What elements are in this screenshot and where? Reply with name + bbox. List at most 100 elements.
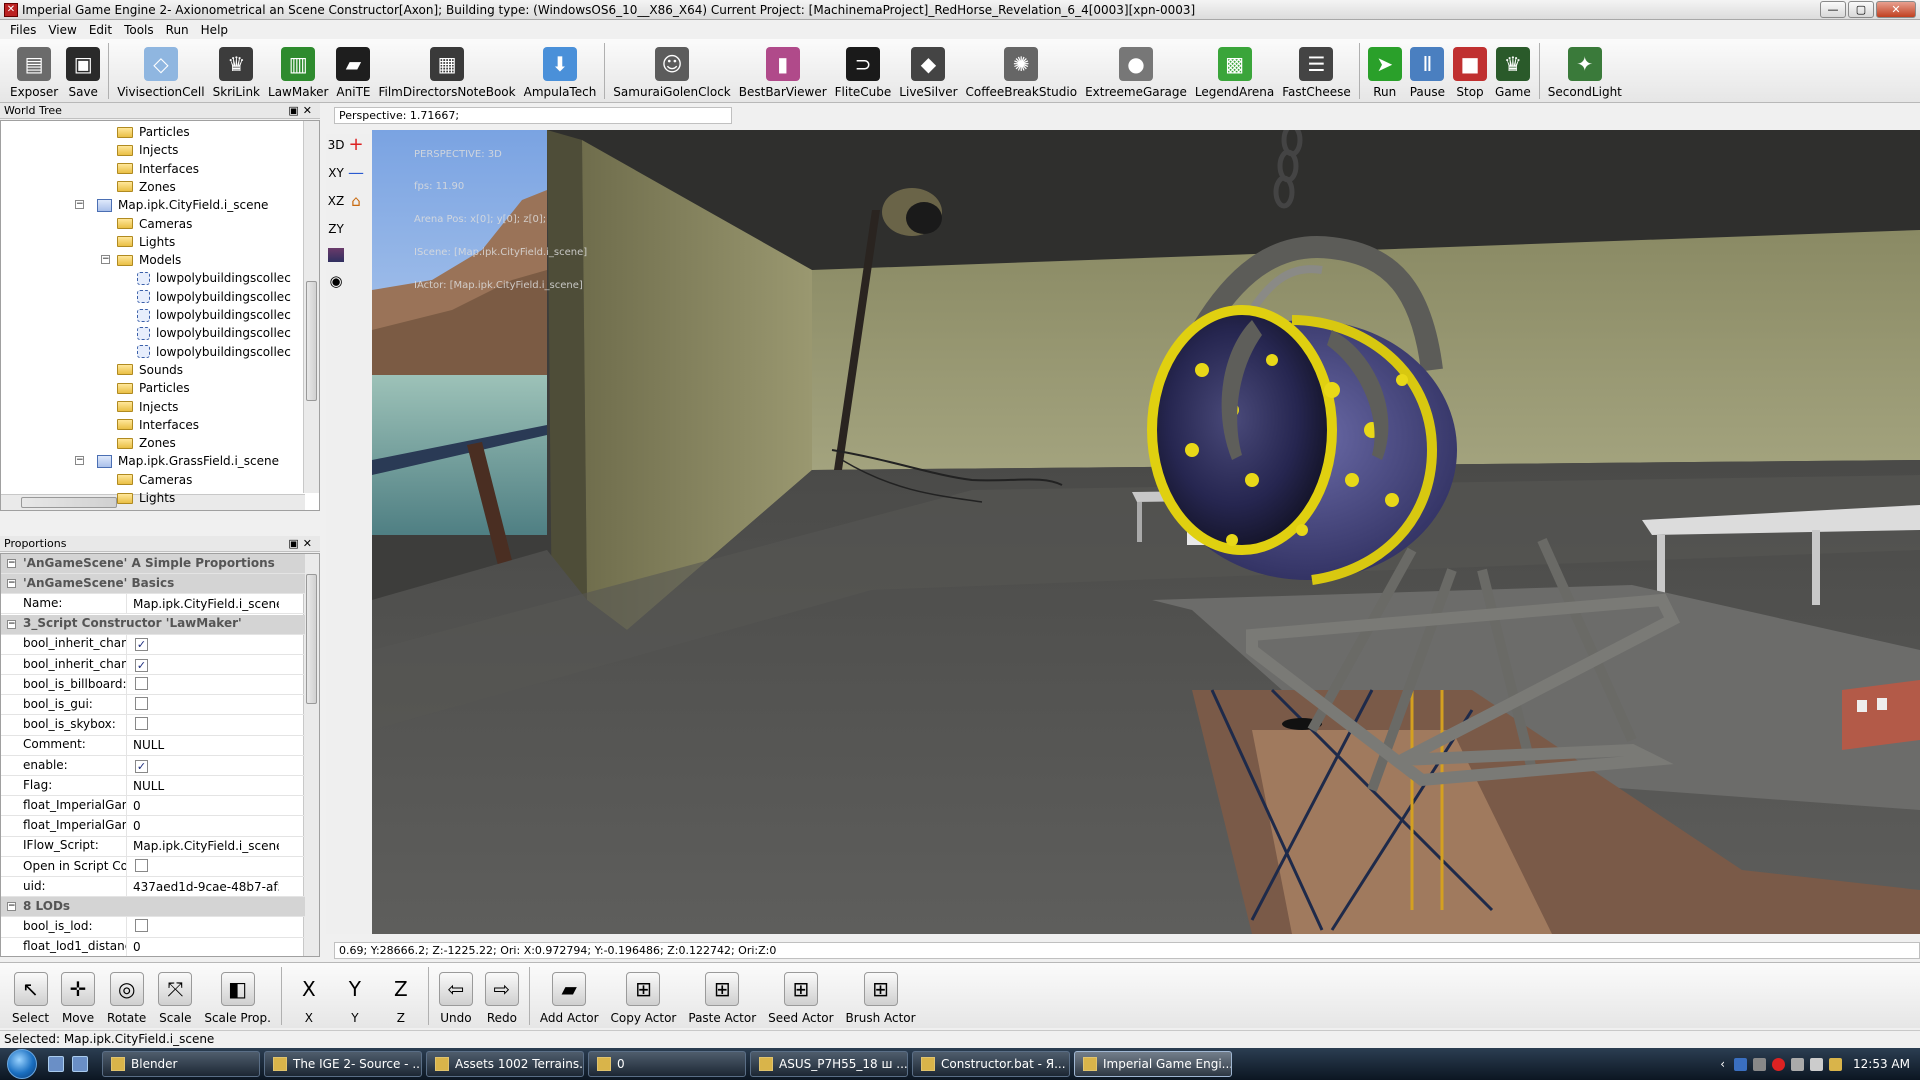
y-button[interactable]: YY	[332, 964, 378, 1028]
tree-item[interactable]: Lights	[117, 233, 175, 251]
collapse-toggle-icon[interactable]: −	[7, 619, 16, 629]
property-row[interactable]: Comment: NULL	[1, 735, 305, 756]
tray-network-icon[interactable]	[1734, 1057, 1748, 1071]
menu-edit[interactable]: Edit	[83, 23, 118, 37]
menu-help[interactable]: Help	[195, 23, 234, 37]
property-value[interactable]: 0	[127, 799, 279, 813]
toolbar-button-coffeebreakstudio[interactable]: ✺ CoffeeBreakStudio	[962, 40, 1082, 102]
maximize-button[interactable]: ▢	[1848, 1, 1874, 18]
property-row[interactable]: float_ImperialGameEngi0	[1, 816, 305, 837]
property-row[interactable]: Name: Map.ipk.CityField.i_scene	[1, 593, 305, 615]
toolbar-button-vivisectioncell[interactable]: ◇ VivisectionCell	[113, 40, 208, 102]
tree-item[interactable]: − Models	[101, 251, 181, 269]
property-checkbox[interactable]: ✓	[135, 658, 148, 672]
property-value[interactable]: NULL	[127, 779, 279, 793]
property-category[interactable]: − 'AnGameScene' A Simple Proportions	[1, 554, 305, 574]
panel-dock-close-icon[interactable]: ▣✕	[288, 103, 316, 118]
taskbar-item[interactable]: The IGE 2- Source - ...	[264, 1051, 422, 1077]
app-icon[interactable]: ✕	[4, 2, 18, 17]
tree-vertical-scrollbar[interactable]	[303, 121, 319, 493]
tray-expand-icon[interactable]: ‹	[1720, 1057, 1725, 1071]
tree-item[interactable]: Particles	[117, 379, 190, 397]
tree-item[interactable]: Cameras	[117, 471, 192, 489]
show-desktop-icon[interactable]	[48, 1056, 64, 1072]
view-zy-button[interactable]: ZY	[326, 218, 346, 240]
tree-item[interactable]: lowpolybuildingscollec	[137, 269, 291, 287]
tree-item[interactable]: lowpolybuildingscollec	[137, 343, 291, 361]
taskbar-item[interactable]: Blender	[102, 1051, 260, 1077]
collapse-toggle-icon[interactable]: −	[7, 559, 16, 568]
toolbar-button-filmdirectorsnotebook[interactable]: ▦ FilmDirectorsNoteBook	[374, 40, 519, 102]
property-value[interactable]: 0	[127, 940, 279, 954]
scale-prop-button[interactable]: ◧ Scale Prop.	[198, 964, 277, 1028]
x-button[interactable]: XX	[286, 964, 332, 1028]
property-category[interactable]: −3_Script Constructor 'LawMaker'	[1, 614, 305, 635]
property-value[interactable]: Map.ipk.CityField.i_scene	[127, 597, 279, 611]
expand-toggle-icon[interactable]: −	[75, 200, 84, 210]
view-xz-button[interactable]: XZ	[326, 190, 346, 212]
switch-windows-icon[interactable]	[72, 1056, 88, 1072]
menu-run[interactable]: Run	[160, 23, 195, 37]
property-row[interactable]: bool_is_lod:	[1, 917, 305, 938]
props-vertical-scrollbar[interactable]	[303, 554, 319, 956]
property-checkbox[interactable]	[135, 717, 148, 731]
scene-render[interactable]	[372, 130, 1920, 934]
z-button[interactable]: ZZ	[378, 964, 424, 1028]
taskbar-item[interactable]: ASUS_P7H55_18 ш ...	[750, 1051, 908, 1077]
property-value[interactable]: 437aed1d-9cae-48b7-af54-d	[127, 880, 279, 894]
tree-item[interactable]: Interfaces	[117, 160, 199, 178]
toolbar-button-bestbarviewer[interactable]: ▮ BestBarViewer	[735, 40, 831, 102]
tray-display-icon[interactable]	[1791, 1057, 1805, 1071]
toolbar-button-ampulatech[interactable]: ⬇ AmpulaTech	[520, 40, 601, 102]
start-button[interactable]	[0, 1048, 44, 1080]
tray-app-icon[interactable]	[1753, 1057, 1767, 1071]
toolbar-button-livesilver[interactable]: ◆ LiveSilver	[895, 40, 961, 102]
tray-alert-icon[interactable]	[1772, 1057, 1786, 1071]
redo-button[interactable]: ⇨ Redo	[479, 964, 525, 1028]
property-category[interactable]: − 'AnGameScene' Basics	[1, 574, 305, 595]
tree-item[interactable]: Injects	[117, 141, 178, 159]
world-tree[interactable]: Particles Injects Interfaces Zones − Map.ipk.…	[0, 120, 320, 511]
props-scroll-thumb[interactable]	[306, 574, 317, 704]
color-swatch-icon[interactable]	[328, 248, 344, 262]
add-cross-icon[interactable]: +	[346, 134, 366, 156]
property-row[interactable]: IFlow_Script:Map.ipk.CityField.i_scene.i…	[1, 836, 305, 857]
move-button[interactable]: ✛ Move	[55, 964, 101, 1028]
toolbar-button-run[interactable]: ➤ Run	[1364, 40, 1406, 102]
tree-item[interactable]: Zones	[117, 178, 176, 196]
toolbar-button-extreemegarage[interactable]: ● ExtreemeGarage	[1081, 40, 1191, 102]
tree-item[interactable]: Interfaces	[117, 416, 199, 434]
property-checkbox[interactable]	[135, 696, 148, 710]
scale-button[interactable]: ⤧ Scale	[152, 964, 198, 1028]
tree-item[interactable]: Models	[117, 507, 181, 510]
tree-item[interactable]: Particles	[117, 123, 190, 141]
toolbar-button-save[interactable]: ▣ Save	[62, 40, 104, 102]
property-row[interactable]: bool_inherit_changes2: ✓	[1, 634, 305, 655]
property-value[interactable]: Map.ipk.CityField.i_scene.i_f	[127, 839, 279, 853]
property-row[interactable]: uid:437aed1d-9cae-48b7-af54-d	[1, 876, 305, 898]
select-button[interactable]: ↖ Select	[6, 964, 55, 1028]
property-checkbox[interactable]	[135, 858, 148, 872]
properties-grid[interactable]: − 'AnGameScene' A Simple Proportions − 'AnG…	[0, 553, 320, 957]
property-row[interactable]: Flag: NULL	[1, 775, 305, 797]
tree-item[interactable]: Lights	[117, 489, 175, 507]
tree-item[interactable]: − Map.ipk.GrassField.i_scene	[75, 452, 279, 470]
eye-icon[interactable]: ◉	[326, 270, 346, 292]
tray-clock[interactable]: 12:53 AM	[1853, 1057, 1910, 1071]
property-value[interactable]: 0	[127, 819, 279, 833]
property-checkbox[interactable]: ✓	[135, 638, 148, 652]
minimize-button[interactable]: —	[1820, 1, 1846, 18]
taskbar-item[interactable]: 0	[588, 1051, 746, 1077]
expand-toggle-icon[interactable]: −	[101, 255, 110, 265]
add-actor-button[interactable]: ▰ Add Actor	[534, 964, 605, 1028]
tree-scroll-thumb[interactable]	[306, 281, 317, 401]
toolbar-button-stop[interactable]: ■ Stop	[1449, 40, 1491, 102]
undo-button[interactable]: ⇦ Undo	[433, 964, 479, 1028]
tree-item[interactable]: − Map.ipk.CityField.i_scene	[75, 196, 268, 214]
tree-item[interactable]: Injects	[117, 398, 178, 416]
tree-item[interactable]: lowpolybuildingscollec	[137, 288, 291, 306]
taskbar-item[interactable]: Assets 1002 Terrains...	[426, 1051, 584, 1077]
property-row[interactable]: float_lod1_distance:0	[1, 937, 305, 956]
toolbar-button-lawmaker[interactable]: ▥ LawMaker	[264, 40, 332, 102]
property-checkbox[interactable]	[135, 676, 148, 690]
